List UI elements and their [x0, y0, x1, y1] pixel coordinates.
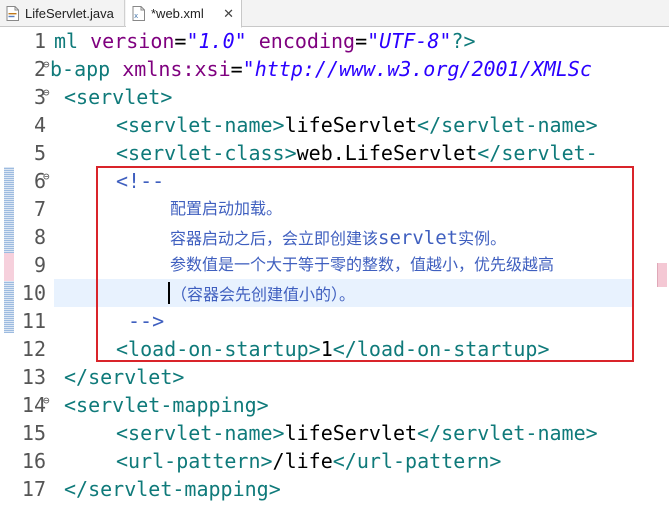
comment-text: 参数值是一个大于等于零的整数，值越小，优先级越高 — [170, 255, 555, 274]
comment-close: --> — [128, 309, 165, 333]
code-line-17: 17 </servlet-mapping> — [0, 475, 669, 503]
fold-toggle-icon[interactable]: ⊖ — [43, 59, 50, 71]
line-number: 12 — [21, 337, 46, 361]
java-file-icon — [6, 6, 19, 21]
editor-tab-bar: LifeServlet.java x *web.xml ✕ — [0, 0, 669, 28]
code-text: <servlet> — [64, 85, 173, 109]
line-number: 3 — [33, 85, 46, 109]
code-line-4: 4 <servlet-name>lifeServlet</servlet-nam… — [0, 111, 669, 139]
xml-editor[interactable]: 1 ml version="1.0" encoding="UTF-8"?> 2 … — [0, 27, 669, 505]
code-text: </servlet-mapping> — [64, 477, 281, 501]
line-number: 16 — [21, 449, 46, 473]
comment-open: <!-- — [116, 169, 165, 193]
fold-toggle-icon[interactable]: ⊖ — [43, 395, 50, 407]
line-number: 14 — [21, 393, 46, 417]
code-line-3: 3 ⊖ <servlet> — [0, 83, 669, 111]
code-text: <url-pattern>/life</url-pattern> — [116, 449, 502, 473]
code-line-10: 10 （容器会先创建值小的）。 — [0, 279, 669, 307]
tab-label: LifeServlet.java — [25, 6, 114, 21]
code-line-5: 5 <servlet-class>web.LifeServlet</servle… — [0, 139, 669, 167]
code-text: b-app xmlns:xsi="http://www.w3.org/2001/… — [50, 57, 592, 81]
comment-text: 容器启动之后，会立即创建该servlet实例。 — [170, 227, 507, 249]
tab-label: *web.xml — [151, 6, 204, 21]
code-line-14: 14 ⊖ <servlet-mapping> — [0, 391, 669, 419]
line-number: 15 — [21, 421, 46, 445]
svg-text:x: x — [134, 12, 138, 20]
line-number: 17 — [21, 477, 46, 501]
close-icon[interactable]: ✕ — [223, 6, 234, 22]
line-number: 9 — [33, 253, 46, 277]
code-text: <servlet-class>web.LifeServlet</servlet- — [116, 141, 598, 165]
code-text: <load-on-startup>1</load-on-startup> — [116, 337, 550, 361]
code-line-6: 6 ⊖ <!-- — [0, 167, 669, 195]
code-text: <servlet-name>lifeServlet</servlet-name> — [116, 421, 598, 445]
code-line-11: 11 --> — [0, 307, 669, 335]
line-number: 6 — [33, 169, 46, 193]
comment-text[interactable]: （容器会先创建值小的）。 — [168, 279, 355, 309]
code-line-13: 13 </servlet> — [0, 363, 669, 391]
line-number: 11 — [21, 309, 46, 333]
code-line-16: 16 <url-pattern>/life</url-pattern> — [0, 447, 669, 475]
code-text: ml version="1.0" encoding="UTF-8"?> — [54, 29, 476, 53]
text-cursor — [168, 282, 170, 304]
line-number: 1 — [33, 29, 46, 53]
code-line-9: 9 参数值是一个大于等于零的整数，值越小，优先级越高 — [0, 251, 669, 279]
overview-ruler-marker[interactable] — [657, 263, 667, 287]
code-line-15: 15 <servlet-name>lifeServlet</servlet-na… — [0, 419, 669, 447]
line-number: 2 — [33, 57, 46, 81]
fold-toggle-icon[interactable]: ⊖ — [43, 171, 50, 183]
code-line-2: 2 ⊖ b-app xmlns:xsi="http://www.w3.org/2… — [0, 55, 669, 83]
tab-web-xml[interactable]: x *web.xml ✕ — [126, 0, 242, 28]
code-line-7: 7 配置启动加载。 — [0, 195, 669, 223]
line-number: 8 — [33, 225, 46, 249]
tab-lifeservlet-java[interactable]: LifeServlet.java — [0, 0, 125, 27]
xml-file-icon: x — [132, 6, 145, 21]
code-line-8: 8 容器启动之后，会立即创建该servlet实例。 — [0, 223, 669, 251]
comment-text: 配置启动加载。 — [170, 199, 283, 218]
code-line-12: 12 <load-on-startup>1</load-on-startup> — [0, 335, 669, 363]
line-number: 13 — [21, 365, 46, 389]
line-number: 7 — [33, 197, 46, 221]
line-number: 10 — [21, 281, 46, 305]
code-text: <servlet-name>lifeServlet</servlet-name> — [116, 113, 598, 137]
code-text: </servlet> — [64, 365, 185, 389]
fold-toggle-icon[interactable]: ⊖ — [43, 87, 50, 99]
code-line-1: 1 ml version="1.0" encoding="UTF-8"?> — [0, 27, 669, 55]
line-number: 5 — [33, 141, 46, 165]
line-number: 4 — [33, 113, 46, 137]
code-text: <servlet-mapping> — [64, 393, 269, 417]
